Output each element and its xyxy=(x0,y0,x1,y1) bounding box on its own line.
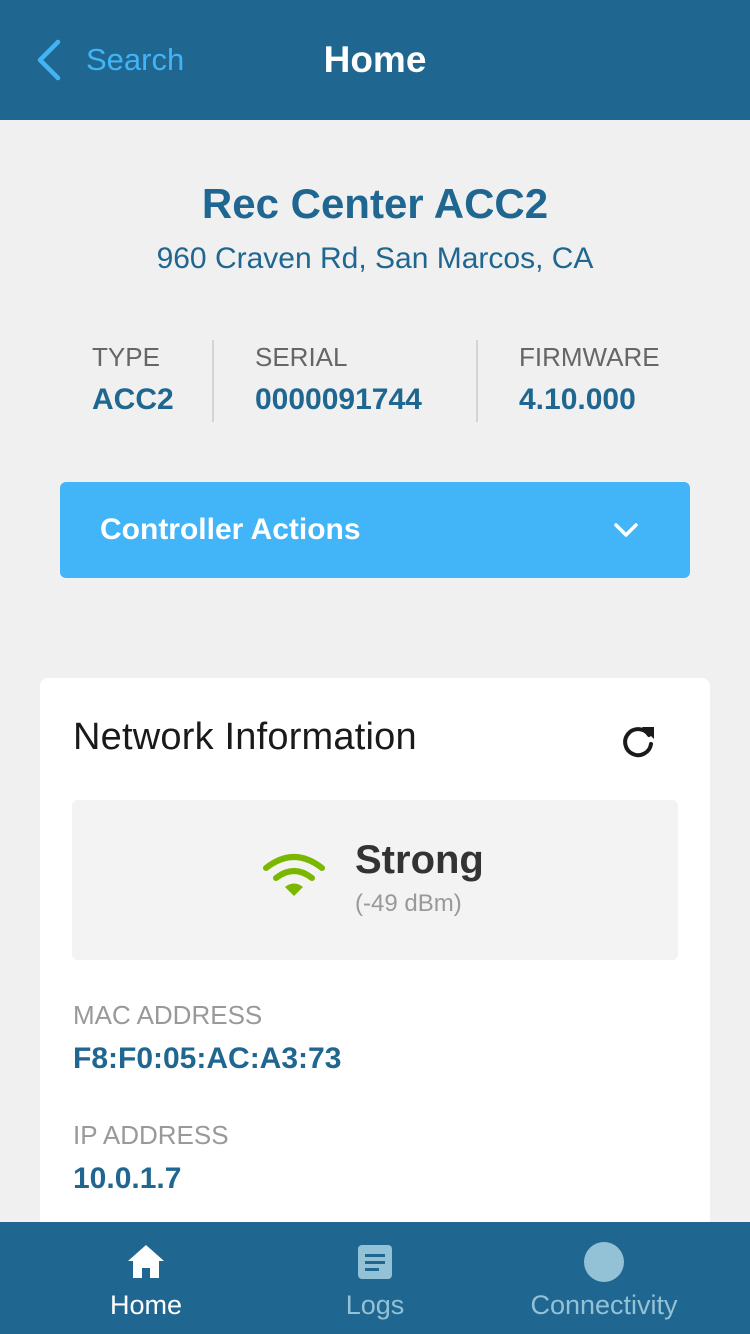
type-info: TYPE ACC2 xyxy=(92,340,174,422)
serial-info: SERIAL 0000091744 xyxy=(255,340,422,422)
navigation-bar: Search Home xyxy=(0,0,750,120)
page-title: Home xyxy=(323,39,427,80)
refresh-icon[interactable] xyxy=(618,722,658,762)
site-address: 960 Craven Rd, San Marcos, CA xyxy=(156,242,594,275)
logs-icon xyxy=(358,1245,392,1279)
signal-strength-text: Strong xyxy=(355,838,484,882)
mac-address-label: MAC ADDRESS xyxy=(73,1000,263,1030)
signal-strength-panel: Strong (-49 dBm) xyxy=(72,800,678,960)
site-name: Rec Center ACC2 xyxy=(201,180,549,227)
tab-logs[interactable]: Logs xyxy=(250,1222,500,1334)
tab-connectivity[interactable]: Connectivity xyxy=(479,1222,729,1334)
firmware-info: FIRMWARE 4.10.000 xyxy=(519,340,660,422)
firmware-label: FIRMWARE xyxy=(519,342,660,372)
tab-connectivity-label: Connectivity xyxy=(530,1290,678,1320)
tab-home[interactable]: Home xyxy=(21,1222,271,1334)
serial-label: SERIAL xyxy=(255,342,348,372)
firmware-value: 4.10.000 xyxy=(519,383,636,416)
type-label: TYPE xyxy=(92,342,160,372)
tab-logs-label: Logs xyxy=(345,1290,405,1320)
network-information-title: Network Information xyxy=(73,716,417,758)
chevron-down-icon xyxy=(614,523,638,537)
info-divider xyxy=(212,340,214,422)
controller-actions-label: Controller Actions xyxy=(100,513,361,546)
home-icon xyxy=(128,1245,164,1278)
device-info-row: TYPE ACC2 SERIAL 0000091744 FIRMWARE 4.1… xyxy=(0,340,750,422)
signal-dbm-text: (-49 dBm) xyxy=(355,890,462,917)
ip-address-value: 10.0.1.7 xyxy=(73,1162,182,1195)
connectivity-icon xyxy=(584,1242,624,1282)
controller-actions-dropdown[interactable]: Controller Actions xyxy=(60,482,690,578)
tab-home-label: Home xyxy=(109,1290,183,1320)
bottom-tab-bar: Home Logs Connectivity xyxy=(0,1222,750,1334)
serial-value: 0000091744 xyxy=(255,383,422,416)
info-divider xyxy=(476,340,478,422)
mac-address-value: F8:F0:05:AC:A3:73 xyxy=(73,1042,342,1075)
type-value: ACC2 xyxy=(92,383,174,416)
wifi-signal-icon xyxy=(263,854,325,896)
ip-address-label: IP ADDRESS xyxy=(73,1120,229,1150)
